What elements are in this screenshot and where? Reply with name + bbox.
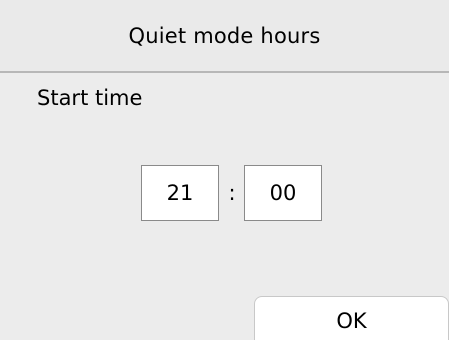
time-separator: : [228,181,236,205]
hours-field[interactable]: 21 [141,165,219,221]
start-time-picker: 21 : 00 [141,165,326,221]
start-time-label: Start time [37,86,143,110]
page-title: Quiet mode hours [0,0,449,73]
ok-button[interactable]: OK [254,296,449,340]
minutes-field[interactable]: 00 [244,165,322,221]
quiet-mode-hours-screen: Quiet mode hours Start time 21 : 00 OK [0,0,449,340]
